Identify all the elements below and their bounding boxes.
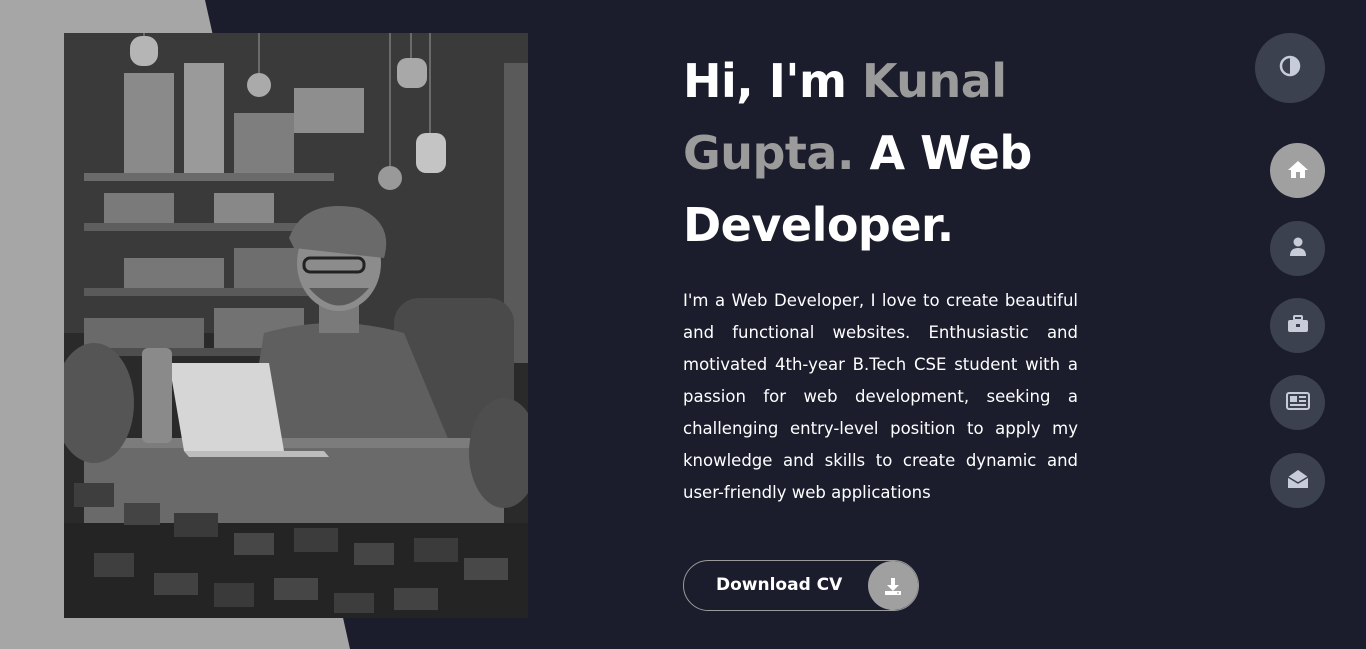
hero-title: Hi, I'm Kunal Gupta. A Web Developer. <box>683 45 1083 261</box>
hero-section: Hi, I'm Kunal Gupta. A Web Developer. I'm … <box>683 45 1083 509</box>
download-icon <box>868 561 918 610</box>
download-cv-label: Download CV <box>716 575 843 595</box>
role-suffix: Developer. <box>683 198 954 252</box>
name-first: Kunal <box>861 54 1007 108</box>
bio-paragraph: I'm a Web Developer, I love to create be… <box>683 291 1078 502</box>
envelope-open-icon <box>1287 469 1309 493</box>
theme-toggle-button[interactable] <box>1255 33 1325 103</box>
newspaper-icon <box>1285 391 1310 414</box>
role-prefix: A Web <box>853 126 1032 180</box>
user-icon <box>1289 237 1307 261</box>
download-cv-button[interactable]: Download CV <box>683 560 919 611</box>
nav-blog-button[interactable] <box>1270 375 1325 430</box>
nav-home-button[interactable] <box>1270 143 1325 198</box>
profile-photo <box>64 33 528 618</box>
name-last: Gupta. <box>683 126 854 180</box>
nav-about-button[interactable] <box>1270 221 1325 276</box>
nav-portfolio-button[interactable] <box>1270 298 1325 353</box>
briefcase-icon <box>1287 314 1309 337</box>
home-icon <box>1287 159 1309 183</box>
contrast-icon <box>1279 55 1301 81</box>
nav-contact-button[interactable] <box>1270 453 1325 508</box>
greeting-text: Hi, I'm <box>683 54 862 108</box>
